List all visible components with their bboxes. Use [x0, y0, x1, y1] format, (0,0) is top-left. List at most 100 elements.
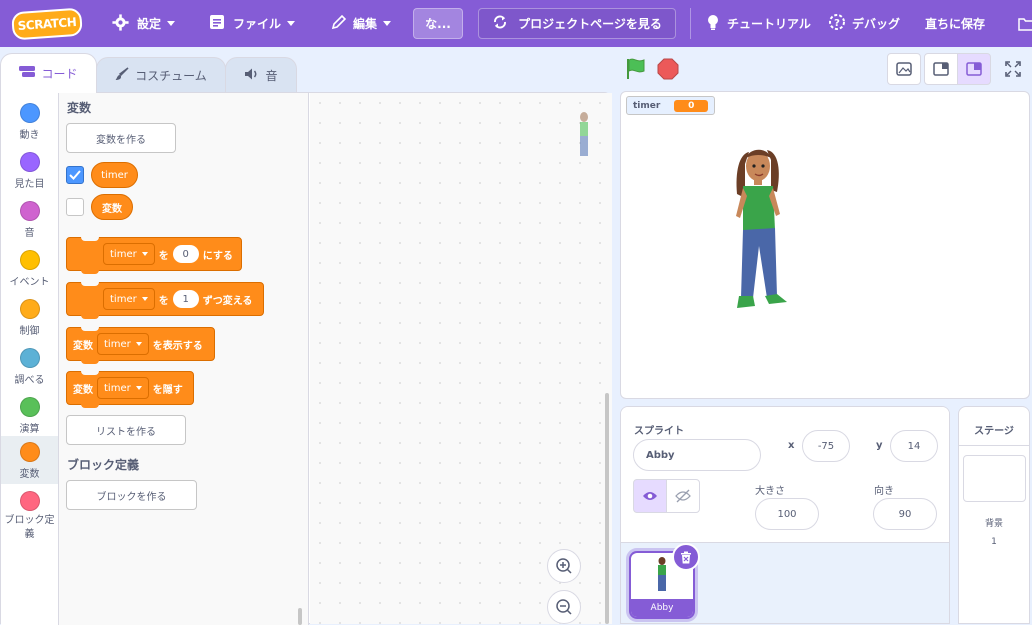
see-project-page-button[interactable]: プロジェクトページを見る: [478, 8, 676, 39]
variable-dropdown[interactable]: timer: [103, 288, 155, 310]
block-text: を: [158, 250, 169, 262]
chevron-down-icon: [135, 386, 142, 390]
category-label: イベント: [9, 277, 50, 288]
hide-sprite-button[interactable]: [666, 479, 700, 513]
sprite-label: スプライト: [634, 426, 684, 437]
category-color-dot: [19, 442, 40, 462]
settings-label: 設定: [137, 17, 162, 31]
value-input[interactable]: 0: [172, 245, 199, 263]
my-blocks-heading: ブロック定義: [67, 458, 140, 472]
category-label: 制御: [19, 326, 40, 337]
tab-costumes-label: コスチューム: [135, 68, 207, 83]
tutorials-menu[interactable]: チュートリアル: [705, 0, 811, 47]
category-sensing[interactable]: 調べる: [1, 342, 58, 390]
dropdown-label: timer: [104, 382, 131, 394]
script-scrollbar[interactable]: [605, 393, 609, 624]
variable-dropdown[interactable]: timer: [97, 333, 149, 355]
trash-icon: [681, 551, 691, 563]
size-input[interactable]: 100: [755, 498, 819, 530]
stage[interactable]: timer 0: [620, 91, 1030, 399]
category-control[interactable]: 制御: [1, 293, 58, 341]
block-palette: 変数 変数を作る timer 変数 timer を 0 にする timer を …: [59, 93, 309, 625]
block-text: 変数: [73, 340, 93, 352]
tab-costumes[interactable]: コスチューム: [96, 57, 226, 92]
block-text: を表示する: [152, 340, 203, 352]
change-variable-block[interactable]: timer を 1 ずつ変える: [66, 282, 264, 319]
hensu-monitor-checkbox[interactable]: [66, 198, 84, 216]
category-menu: 動き 見た目 音 イベント 制御 調べる 演算 変数 ブロック定義: [1, 93, 59, 625]
file-menu[interactable]: ファイル: [209, 0, 296, 47]
green-flag-button[interactable]: [624, 57, 648, 81]
x-position-input[interactable]: -75: [802, 430, 850, 462]
chevron-down-icon: [383, 21, 392, 26]
zoom-in-button[interactable]: [547, 549, 581, 583]
value-input[interactable]: 1: [172, 290, 199, 308]
timer-variable-reporter[interactable]: timer: [91, 162, 138, 188]
scratch-logo[interactable]: SCRATCH: [11, 7, 83, 41]
show-variable-block[interactable]: 変数 timer を表示する: [66, 327, 215, 364]
abby-sprite[interactable]: [731, 146, 793, 320]
stage-divider: [959, 445, 1029, 446]
category-looks[interactable]: 見た目: [1, 146, 58, 194]
hide-variable-block[interactable]: 変数 timer を隠す: [66, 371, 194, 408]
y-position-input[interactable]: 14: [890, 430, 938, 462]
block-text: ずつ変える: [202, 295, 253, 307]
category-my-blocks[interactable]: ブロック定義: [1, 485, 58, 545]
show-sprite-button[interactable]: [633, 479, 667, 513]
eye-icon: [643, 492, 657, 500]
brush-icon: [115, 66, 129, 84]
script-area[interactable]: [310, 93, 612, 624]
category-operators[interactable]: 演算: [1, 391, 58, 439]
stage-label: ステージ: [974, 426, 1014, 437]
folder-icon[interactable]: [1018, 0, 1032, 47]
category-color-dot: [19, 103, 40, 123]
set-variable-block[interactable]: timer を 0 にする: [66, 237, 242, 274]
save-now-button[interactable]: 直ちに保存: [925, 0, 985, 47]
green-flag-icon: [627, 58, 645, 79]
direction-input[interactable]: 90: [873, 498, 937, 530]
large-stage-button[interactable]: [957, 53, 991, 85]
edit-menu[interactable]: 編集: [331, 0, 392, 47]
tab-sounds[interactable]: 音: [225, 57, 297, 92]
sprite-thumbnail-name: Abby: [631, 599, 693, 617]
category-label: 変数: [19, 469, 40, 480]
backdrops-label: 背景: [984, 519, 1003, 529]
stage-selector[interactable]: ステージ 背景 1: [958, 406, 1030, 624]
settings-menu[interactable]: 設定: [112, 0, 176, 47]
palette-scrollbar[interactable]: [298, 608, 302, 625]
debug-menu[interactable]: ? デバッグ: [828, 0, 900, 47]
timer-monitor-checkbox[interactable]: [66, 166, 84, 184]
zoom-out-icon: [556, 599, 572, 615]
make-list-button[interactable]: リストを作る: [66, 415, 186, 445]
abby-thumbnail-image: [658, 557, 666, 591]
hensu-variable-reporter[interactable]: 変数: [91, 194, 133, 220]
svg-text:?: ?: [834, 18, 840, 29]
remix-arrows-icon: [492, 14, 508, 33]
edit-label: 編集: [353, 17, 378, 31]
category-events[interactable]: イベント: [1, 244, 58, 292]
category-motion[interactable]: 動き: [1, 97, 58, 145]
delete-sprite-button[interactable]: [672, 543, 700, 571]
category-color-dot: [19, 348, 40, 368]
make-variable-button[interactable]: 変数を作る: [66, 123, 176, 153]
variable-monitor[interactable]: timer 0: [626, 96, 716, 115]
variable-dropdown[interactable]: timer: [97, 377, 149, 399]
backdrop-thumbnail[interactable]: [963, 455, 1026, 502]
variable-dropdown[interactable]: timer: [103, 243, 155, 265]
sprite-name-input[interactable]: Abby: [633, 439, 761, 471]
make-block-button[interactable]: ブロックを作る: [66, 480, 197, 510]
small-stage-icon: [933, 62, 949, 76]
size-label: 大きさ: [755, 486, 785, 497]
zoom-out-button[interactable]: [547, 590, 581, 624]
fullscreen-image-button[interactable]: [887, 53, 921, 85]
x-label: x: [788, 440, 795, 451]
small-stage-button[interactable]: [924, 53, 958, 85]
stop-button[interactable]: [657, 58, 679, 80]
chevron-down-icon: [141, 297, 148, 301]
menu-divider: [690, 8, 691, 39]
tab-code[interactable]: コード: [0, 53, 97, 93]
category-variables[interactable]: 変数: [1, 436, 58, 484]
fullscreen-button[interactable]: [996, 53, 1030, 85]
category-sound[interactable]: 音: [1, 195, 58, 243]
project-title-input[interactable]: な...: [413, 8, 463, 39]
